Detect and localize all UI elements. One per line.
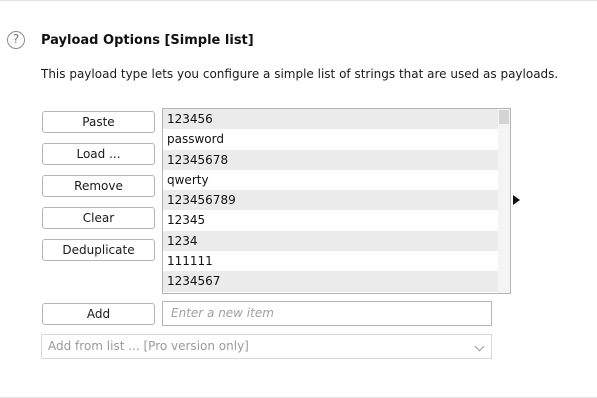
clear-button[interactable]: Clear: [42, 207, 155, 229]
deduplicate-button[interactable]: Deduplicate: [42, 239, 155, 261]
top-divider: [0, 0, 597, 1]
list-item[interactable]: 123456: [163, 109, 510, 130]
load-button[interactable]: Load ...: [42, 143, 155, 165]
list-item[interactable]: 111111: [163, 251, 510, 271]
section-title: Payload Options [Simple list]: [41, 33, 254, 48]
list-scrollbar[interactable]: [498, 109, 510, 293]
new-item-input[interactable]: Enter a new item: [162, 301, 492, 326]
list-item[interactable]: qwerty: [163, 170, 510, 190]
add-from-list-value: Add from list ... [Pro version only]: [48, 339, 249, 353]
list-item[interactable]: 12345: [163, 210, 510, 230]
paste-button[interactable]: Paste: [42, 111, 155, 133]
help-icon[interactable]: ?: [7, 31, 25, 49]
caret-right-icon: [513, 195, 520, 205]
payload-list[interactable]: 123456 password 12345678 qwerty 12345678…: [162, 108, 511, 294]
list-item[interactable]: 1234: [163, 230, 510, 252]
scrollbar-thumb[interactable]: [499, 110, 509, 124]
list-item[interactable]: 12345678: [163, 149, 510, 170]
list-item[interactable]: 123456789: [163, 190, 510, 211]
remove-button[interactable]: Remove: [42, 175, 155, 197]
list-item[interactable]: 1234567: [163, 271, 510, 292]
add-from-list-select[interactable]: Add from list ... [Pro version only]: [41, 334, 492, 359]
add-button[interactable]: Add: [42, 303, 155, 325]
section-description: This payload type lets you configure a s…: [41, 67, 559, 81]
list-item[interactable]: password: [163, 129, 510, 149]
chevron-down-icon: [474, 341, 485, 352]
